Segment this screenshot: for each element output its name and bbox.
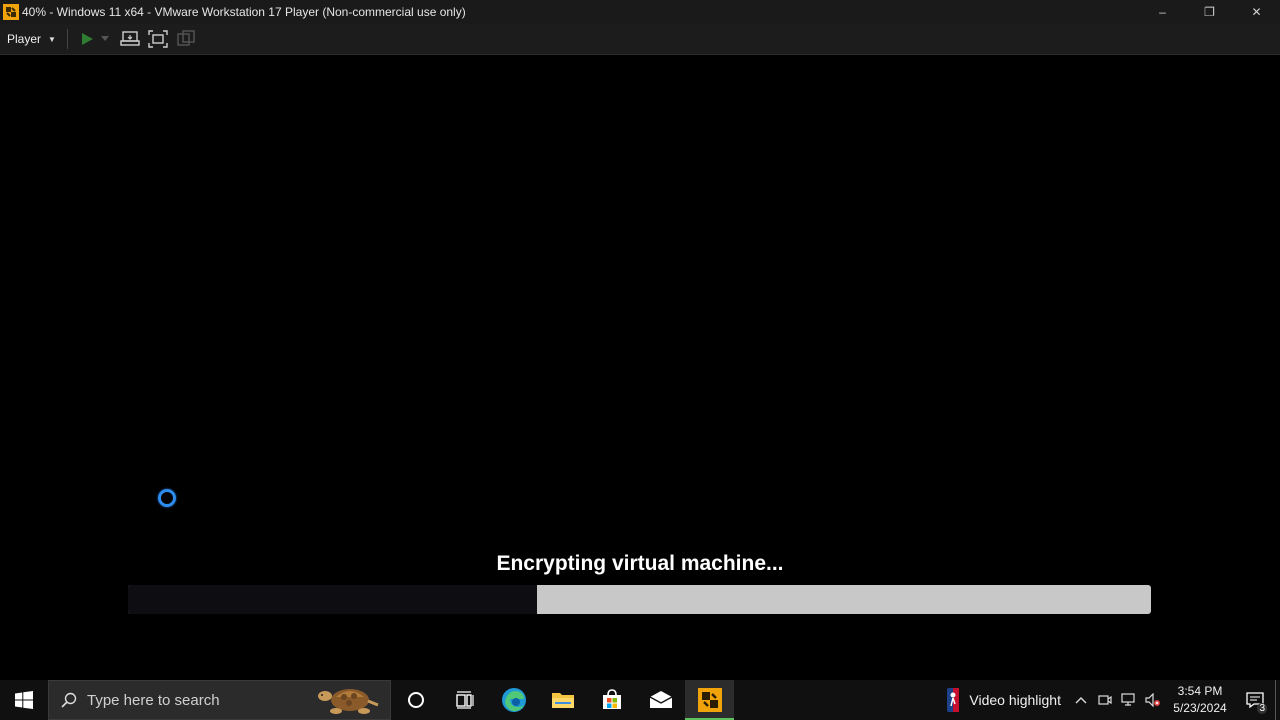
chevron-up-icon bbox=[1075, 697, 1087, 704]
windows-taskbar: Video highlight 3:54 PM 5/23/2024 3 bbox=[0, 680, 1280, 720]
action-center-button[interactable]: 3 bbox=[1235, 680, 1275, 720]
volume-button[interactable] bbox=[1141, 680, 1165, 720]
start-button[interactable] bbox=[0, 680, 48, 720]
restore-button[interactable]: ❐ bbox=[1186, 0, 1233, 24]
fullscreen-button[interactable] bbox=[144, 26, 172, 52]
task-view-button[interactable] bbox=[440, 680, 489, 720]
chevron-down-icon: ▼ bbox=[48, 34, 56, 44]
tray-app-button[interactable] bbox=[1093, 680, 1117, 720]
window-title: 40% - Windows 11 x64 - VMware Workstatio… bbox=[22, 5, 466, 19]
network-button[interactable] bbox=[1117, 680, 1141, 720]
taskbar-search-box[interactable] bbox=[48, 680, 391, 720]
cortana-button[interactable] bbox=[391, 680, 440, 720]
search-input[interactable] bbox=[87, 691, 307, 709]
vmware-app-icon bbox=[3, 4, 19, 20]
encryption-progress-bar bbox=[128, 585, 1151, 614]
nba-logo-icon bbox=[947, 688, 960, 712]
power-options-dropdown[interactable] bbox=[98, 26, 112, 52]
news-widget[interactable]: Video highlight bbox=[939, 680, 1069, 720]
vmware-taskbar-button[interactable] bbox=[685, 680, 734, 720]
show-desktop-button[interactable] bbox=[1275, 680, 1280, 720]
file-explorer-taskbar-button[interactable] bbox=[538, 680, 587, 720]
play-button[interactable] bbox=[76, 26, 98, 52]
player-menu-label: Player bbox=[7, 32, 42, 46]
network-icon bbox=[1121, 693, 1135, 706]
file-explorer-icon bbox=[551, 693, 574, 708]
player-menu-button[interactable]: Player ▼ bbox=[0, 26, 63, 52]
taskbar-clock[interactable]: 3:54 PM 5/23/2024 bbox=[1169, 683, 1231, 717]
mail-taskbar-button[interactable] bbox=[636, 680, 685, 720]
send-ctrl-alt-del-icon bbox=[120, 31, 140, 46]
toolbar-divider bbox=[66, 29, 68, 49]
vmware-icon bbox=[697, 688, 722, 712]
show-hidden-icons-button[interactable] bbox=[1069, 680, 1093, 720]
task-view-icon bbox=[455, 691, 474, 709]
loading-spinner-icon bbox=[158, 489, 176, 507]
notification-count-badge: 3 bbox=[1257, 703, 1267, 714]
play-icon bbox=[81, 33, 93, 45]
widget-label: Video highlight bbox=[969, 692, 1061, 708]
edge-taskbar-button[interactable] bbox=[489, 680, 538, 720]
store-taskbar-button[interactable] bbox=[587, 680, 636, 720]
fullscreen-icon bbox=[148, 30, 168, 48]
cortana-icon bbox=[407, 692, 424, 708]
store-icon bbox=[602, 689, 621, 709]
close-button[interactable]: ✕ bbox=[1233, 0, 1280, 24]
encryption-status-text: Encrypting virtual machine... bbox=[496, 552, 784, 575]
meet-now-icon bbox=[1098, 695, 1112, 705]
search-icon bbox=[61, 692, 77, 708]
vm-display[interactable]: Encrypting virtual machine... bbox=[0, 55, 1280, 680]
title-bar: 40% - Windows 11 x64 - VMware Workstatio… bbox=[0, 0, 1280, 24]
clock-date: 5/23/2024 bbox=[1173, 701, 1227, 715]
unity-icon bbox=[177, 30, 195, 46]
send-ctrl-alt-del-button[interactable] bbox=[116, 26, 144, 52]
clock-time: 3:54 PM bbox=[1177, 684, 1223, 698]
minimize-button[interactable]: – bbox=[1139, 0, 1186, 24]
turtle-illustration-icon bbox=[318, 689, 379, 714]
mail-icon bbox=[649, 691, 672, 708]
dropdown-caret-icon bbox=[100, 36, 109, 41]
edge-icon bbox=[501, 688, 526, 712]
encryption-progress-fill bbox=[128, 585, 538, 614]
player-toolbar: Player ▼ bbox=[0, 24, 1280, 55]
volume-muted-icon bbox=[1145, 693, 1160, 707]
system-tray: Video highlight 3:54 PM 5/23/2024 3 bbox=[939, 680, 1280, 720]
windows-logo-icon bbox=[15, 691, 33, 709]
unity-button[interactable] bbox=[172, 26, 200, 52]
